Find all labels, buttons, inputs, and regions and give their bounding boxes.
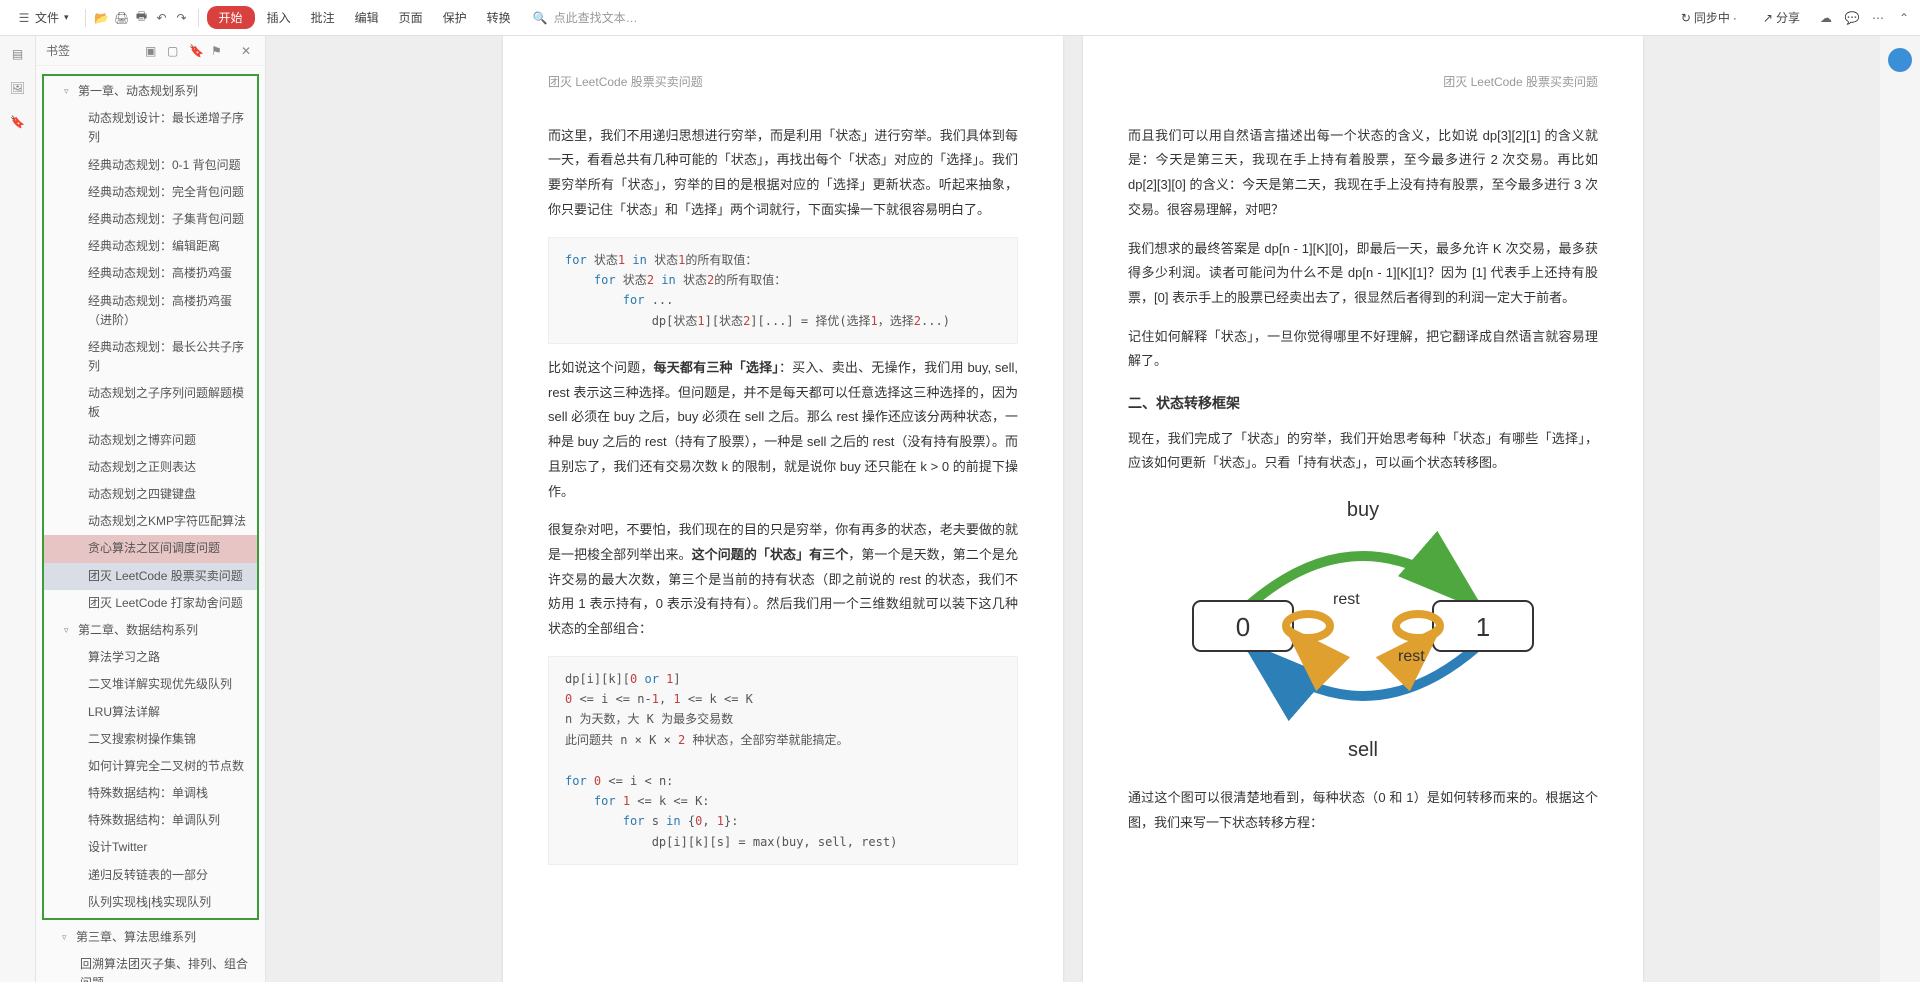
- close-icon[interactable]: ✕: [241, 44, 255, 58]
- svg-text:0: 0: [1236, 612, 1250, 642]
- tag-icon[interactable]: 🔖: [8, 112, 28, 132]
- paragraph: 现在，我们完成了「状态」的穷举，我们开始思考每种「状态」有哪些「选择」，应该如何…: [1128, 427, 1598, 476]
- code-block-1: for 状态1 in 状态1的所有取值： for 状态2 in 状态2的所有取值…: [548, 237, 1018, 345]
- bookmark-item[interactable]: 特殊数据结构：单调栈: [44, 780, 257, 807]
- redo-icon[interactable]: ↷: [174, 10, 190, 26]
- bookmark-sidebar: 书签 ▣ ▢ 🔖 ⚑ ✕ ▿第一章、动态规划系列 动态规划设计：最长递增子序列经…: [36, 36, 266, 982]
- state-diagram: buy sell 0 1 rest rest: [1128, 496, 1598, 766]
- convert-tab[interactable]: 转换: [479, 5, 519, 30]
- undo-icon[interactable]: ↶: [154, 10, 170, 26]
- bookmark-item[interactable]: 动态规划设计：最长递增子序列: [44, 105, 257, 151]
- bookmark-item[interactable]: 动态规划之KMP字符匹配算法: [44, 508, 257, 535]
- svg-text:buy: buy: [1347, 499, 1379, 521]
- search-icon: 🔍: [533, 11, 548, 25]
- cloud-icon[interactable]: ☁: [1818, 10, 1834, 26]
- image-icon[interactable]: 🖼: [8, 78, 28, 98]
- menu-button[interactable]: ☰文件▾: [8, 5, 77, 30]
- bookmark-item[interactable]: 经典动态规划：0-1 背包问题: [44, 152, 257, 179]
- paragraph: 通过这个图可以很清楚地看到，每种状态（0 和 1）是如何转移而来的。根据这个图，…: [1128, 786, 1598, 835]
- sync-status[interactable]: ↻ 同步中 ·: [1673, 5, 1745, 30]
- collapse-icon[interactable]: ▢: [167, 44, 181, 58]
- more-icon[interactable]: ⋯: [1870, 10, 1886, 26]
- bookmark-item[interactable]: 经典动态规划：高楼扔鸡蛋: [44, 260, 257, 287]
- bookmark-icon[interactable]: 🔖: [189, 44, 203, 58]
- thumbnail-icon[interactable]: ▤: [8, 44, 28, 64]
- protect-tab[interactable]: 保护: [435, 5, 475, 30]
- bookmark-item[interactable]: 如何计算完全二叉树的节点数: [44, 753, 257, 780]
- print-icon[interactable]: 🖶: [134, 10, 150, 26]
- start-tab[interactable]: 开始: [207, 6, 255, 29]
- section-heading: 二、状态转移框架: [1128, 390, 1598, 417]
- bookmark-item[interactable]: 二叉搜索树操作集锦: [44, 726, 257, 753]
- bookmark-item[interactable]: 队列实现栈|栈实现队列: [44, 889, 257, 916]
- bookmark-item[interactable]: 动态规划之子序列问题解题模板: [44, 380, 257, 426]
- paragraph: 我们想求的最终答案是 dp[n - 1][K][0]，即最后一天，最多允许 K …: [1128, 237, 1598, 311]
- bookmark-item[interactable]: 动态规划之正则表达: [44, 454, 257, 481]
- open-icon[interactable]: 📂: [94, 10, 110, 26]
- main-toolbar: ☰文件▾ 📂 🖨 🖶 ↶ ↷ 开始 插入 批注 编辑 页面 保护 转换 🔍 点此…: [0, 0, 1920, 36]
- svg-text:rest: rest: [1333, 591, 1360, 608]
- assistant-badge[interactable]: [1888, 48, 1912, 72]
- left-tool-strip: ▤ 🖼 🔖: [0, 36, 36, 982]
- paragraph: 比如说这个问题，每天都有三种「选择」：买入、卖出、无操作，我们用 buy, se…: [548, 356, 1018, 504]
- bookmark-tree: ▿第一章、动态规划系列 动态规划设计：最长递增子序列经典动态规划：0-1 背包问…: [36, 66, 265, 982]
- annotate-tab[interactable]: 批注: [303, 5, 343, 30]
- edit-tab[interactable]: 编辑: [347, 5, 387, 30]
- save-icon[interactable]: 🖨: [114, 10, 130, 26]
- bookmark-item[interactable]: 团灭 LeetCode 股票买卖问题: [44, 563, 257, 590]
- comment-icon[interactable]: 💬: [1844, 10, 1860, 26]
- bookmark-item[interactable]: 团灭 LeetCode 打家劫舍问题: [44, 590, 257, 617]
- svg-text:sell: sell: [1348, 739, 1378, 761]
- svg-text:1: 1: [1476, 612, 1490, 642]
- page-right: 团灭 LeetCode 股票买卖问题 而且我们可以用自然语言描述出每一个状态的含…: [1083, 36, 1643, 982]
- paragraph: 很复杂对吧，不要怕，我们现在的目的只是穷举，你有再多的状态，老夫要做的就是一把梭…: [548, 518, 1018, 641]
- bookmark-item[interactable]: 动态规划之博弈问题: [44, 427, 257, 454]
- bookmark-item[interactable]: 动态规划之四键键盘: [44, 481, 257, 508]
- page-header-right: 团灭 LeetCode 股票买卖问题: [1128, 71, 1598, 94]
- paragraph: 而这里，我们不用递归思想进行穷举，而是利用「状态」进行穷举。我们具体到每一天，看…: [548, 124, 1018, 223]
- expand-icon[interactable]: ▣: [145, 44, 159, 58]
- bookmark-item[interactable]: 经典动态规划：最长公共子序列: [44, 334, 257, 380]
- paragraph: 而且我们可以用自然语言描述出每一个状态的含义，比如说 dp[3][2][1] 的…: [1128, 124, 1598, 223]
- bookmark-item[interactable]: 特殊数据结构：单调队列: [44, 807, 257, 834]
- bookmark-item[interactable]: 经典动态规划：编辑距离: [44, 233, 257, 260]
- sidebar-title: 书签: [46, 42, 137, 59]
- bookmark-item[interactable]: 贪心算法之区间调度问题: [44, 535, 257, 562]
- bookmark-item[interactable]: 经典动态规划：子集背包问题: [44, 206, 257, 233]
- bookmark-item[interactable]: 递归反转链表的一部分: [44, 862, 257, 889]
- right-strip: [1880, 36, 1920, 982]
- chapter-2[interactable]: ▿第二章、数据结构系列: [44, 617, 257, 644]
- paragraph: 记住如何解释「状态」，一旦你觉得哪里不好理解，把它翻译成自然语言就容易理解了。: [1128, 325, 1598, 374]
- chapter-3[interactable]: ▿第三章、算法思维系列: [36, 924, 265, 951]
- bookmark-item[interactable]: LRU算法详解: [44, 699, 257, 726]
- code-block-2: dp[i][k][0 or 1] 0 <= i <= n-1, 1 <= k <…: [548, 656, 1018, 866]
- document-viewport[interactable]: 团灭 LeetCode 股票买卖问题 而这里，我们不用递归思想进行穷举，而是利用…: [266, 36, 1880, 982]
- flag-icon[interactable]: ⚑: [211, 44, 225, 58]
- insert-tab[interactable]: 插入: [259, 5, 299, 30]
- bookmark-item[interactable]: 设计Twitter: [44, 834, 257, 861]
- search-placeholder: 点此查找文本…: [554, 9, 638, 26]
- bookmark-item[interactable]: 回溯算法团灭子集、排列、组合问题: [36, 951, 265, 982]
- search-box[interactable]: 🔍 点此查找文本…: [533, 9, 638, 26]
- chapter-1[interactable]: ▿第一章、动态规划系列: [44, 78, 257, 105]
- page-left: 团灭 LeetCode 股票买卖问题 而这里，我们不用递归思想进行穷举，而是利用…: [503, 36, 1063, 982]
- bookmark-item[interactable]: 算法学习之路: [44, 644, 257, 671]
- page-tab[interactable]: 页面: [391, 5, 431, 30]
- svg-text:rest: rest: [1398, 648, 1425, 665]
- page-header-left: 团灭 LeetCode 股票买卖问题: [548, 71, 1018, 94]
- share-button[interactable]: ↗ 分享: [1755, 5, 1808, 30]
- bookmark-item[interactable]: 经典动态规划：高楼扔鸡蛋（进阶）: [44, 288, 257, 334]
- bookmark-item[interactable]: 二叉堆详解实现优先级队列: [44, 671, 257, 698]
- bookmark-item[interactable]: 经典动态规划：完全背包问题: [44, 179, 257, 206]
- caret-icon[interactable]: ⌃: [1896, 10, 1912, 26]
